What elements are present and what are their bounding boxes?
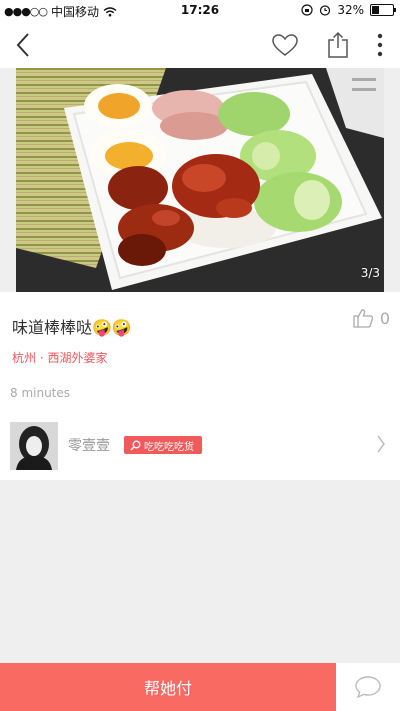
username: 零壹壹 [68,438,110,454]
chat-bubble-icon [355,676,381,699]
more-vertical-icon [377,33,383,57]
share-button[interactable] [322,28,354,62]
back-button[interactable] [8,28,38,62]
share-icon [328,31,348,58]
like-count: 0 [379,308,390,328]
favorite-button[interactable] [268,28,302,62]
avatar[interactable] [10,422,58,470]
bottom-bar: 帮她付 [0,663,400,711]
status-right: 32% [301,3,396,17]
more-button[interactable] [366,28,394,62]
like-button[interactable]: 0 [352,308,390,328]
user-tag-label: 吃吃吃吃货 [144,441,194,453]
chevron-left-icon [16,33,29,57]
chevron-right-icon [377,435,385,453]
thumbs-up-icon [353,309,373,328]
heart-icon [272,34,298,56]
rotation-lock-icon [301,4,313,16]
comment-button[interactable] [336,663,400,711]
status-bar: ●●●○○ 中国移动 17:26 32% [0,0,400,22]
photo-page-indicator: 3/3 [360,266,380,280]
post-time: 8 minutes [10,386,71,400]
location-link[interactable]: 杭州 · 西湖外婆家 [12,349,107,366]
pay-for-her-button[interactable]: 帮她付 [0,663,336,711]
search-icon [130,440,141,451]
alarm-icon [320,5,331,16]
post-title: 味道棒棒哒🤪🤪 [12,318,132,337]
user-row[interactable]: 零壹壹 吃吃吃吃货 [0,420,400,472]
battery-percent: 32% [337,3,364,17]
food-photo[interactable]: 3/3 [16,68,384,292]
user-tag-badge: 吃吃吃吃货 [124,436,202,454]
nav-bar [0,22,400,68]
battery-fill [372,6,380,14]
food-photo-image [16,68,384,292]
post-card: 味道棒棒哒🤪🤪 0 杭州 · 西湖外婆家 8 minutes 零壹壹 吃吃吃吃货 [0,292,400,480]
battery-icon [370,4,396,16]
avatar-image [10,422,58,470]
